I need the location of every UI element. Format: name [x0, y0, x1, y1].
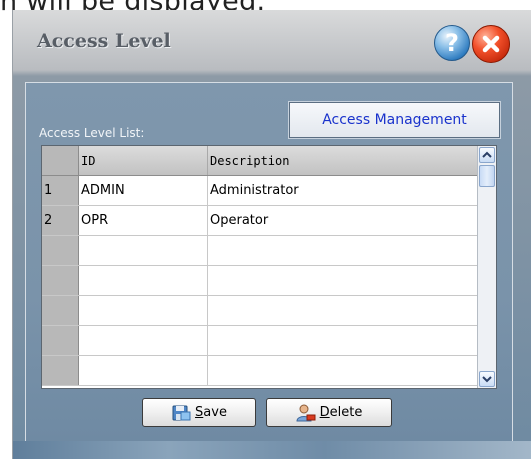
column-header-description[interactable]: Description [208, 146, 478, 175]
cell-description[interactable] [208, 326, 478, 355]
row-index[interactable] [42, 236, 79, 265]
cell-id[interactable]: ADMIN [79, 176, 208, 205]
cell-description[interactable] [208, 266, 478, 295]
access-level-list-label: Access Level List: [39, 126, 145, 140]
row-index[interactable] [42, 326, 79, 355]
cell-id[interactable] [79, 356, 208, 385]
help-icon: ? [445, 29, 459, 57]
row-index[interactable] [42, 296, 79, 325]
table-row[interactable] [42, 326, 478, 356]
close-button[interactable] [472, 25, 510, 63]
cell-description[interactable] [208, 296, 478, 325]
scroll-up-button[interactable] [479, 147, 495, 163]
access-level-panel: Access Level List: Access Management ID … [25, 82, 513, 442]
save-button[interactable]: Save [142, 398, 256, 427]
row-index[interactable] [42, 356, 79, 385]
cell-description[interactable] [208, 356, 478, 385]
user-delete-icon [296, 404, 316, 421]
table-row[interactable]: 1 ADMIN Administrator [42, 176, 478, 206]
table-row[interactable] [42, 356, 478, 386]
cell-description[interactable]: Administrator [208, 176, 478, 205]
table-row[interactable] [42, 296, 478, 326]
delete-button[interactable]: Delete [266, 398, 392, 427]
help-button[interactable]: ? [434, 25, 470, 61]
cell-id[interactable] [79, 236, 208, 265]
table-row[interactable] [42, 266, 478, 296]
window-bottom-strip [13, 441, 531, 459]
cell-id[interactable]: OPR [79, 206, 208, 235]
cell-id[interactable] [79, 326, 208, 355]
chevron-down-icon [482, 376, 492, 383]
cell-description[interactable] [208, 236, 478, 265]
scroll-thumb[interactable] [479, 165, 495, 187]
access-level-grid[interactable]: ID Description 1 ADMIN Administrator 2 O… [41, 145, 497, 389]
cell-id[interactable] [79, 266, 208, 295]
floppy-disk-icon [172, 405, 191, 420]
grid-header-row: ID Description [42, 146, 478, 176]
cell-id[interactable] [79, 296, 208, 325]
access-level-window: Access Level ? Access Level List: Access… [12, 10, 531, 459]
row-index[interactable] [42, 266, 79, 295]
delete-button-label: Delete [319, 405, 363, 420]
access-management-button[interactable]: Access Management [288, 101, 501, 139]
scroll-down-button[interactable] [479, 371, 495, 387]
column-header-id[interactable]: ID [79, 146, 208, 175]
chevron-up-icon [482, 151, 492, 158]
row-index[interactable]: 2 [42, 206, 79, 235]
cell-description[interactable]: Operator [208, 206, 478, 235]
save-button-label: Save [195, 405, 227, 420]
close-icon [482, 35, 500, 53]
grid-vertical-scrollbar[interactable] [477, 146, 496, 388]
row-header-corner [42, 146, 79, 175]
table-row[interactable]: 2 OPR Operator [42, 206, 478, 236]
row-index[interactable]: 1 [42, 176, 79, 205]
window-title: Access Level [37, 30, 171, 52]
table-row[interactable] [42, 236, 478, 266]
